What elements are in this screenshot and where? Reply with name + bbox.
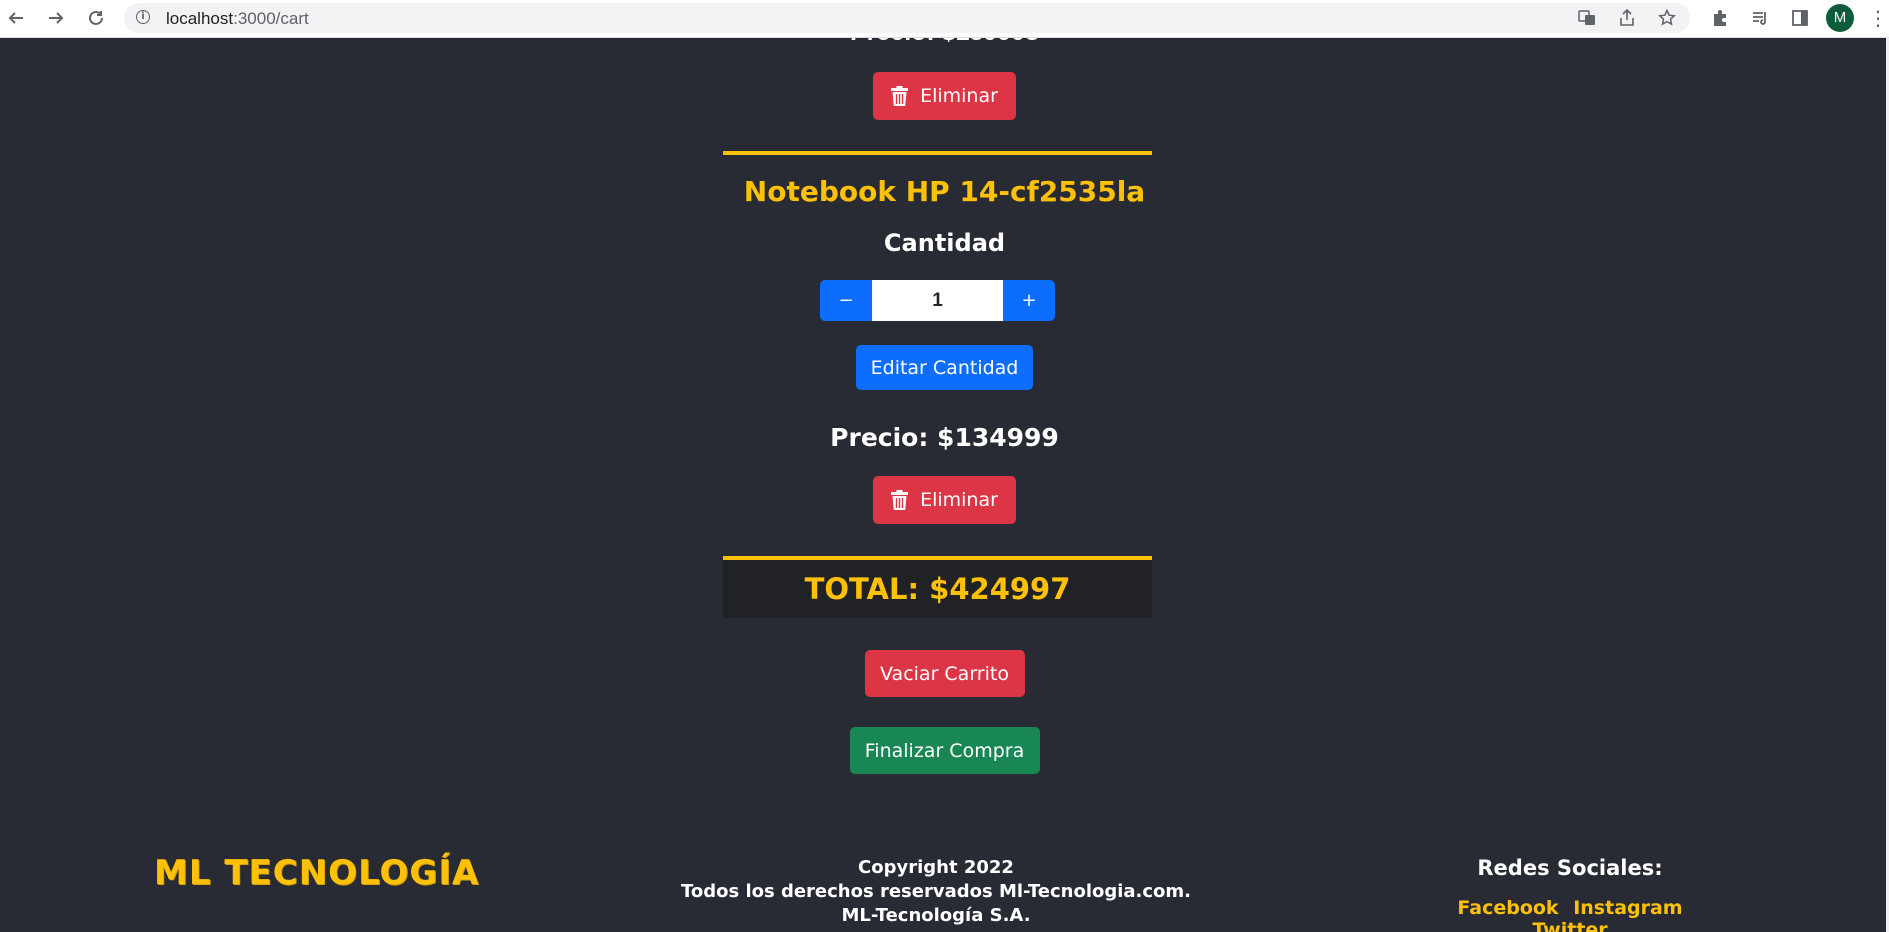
cart-total: TOTAL: $424997 xyxy=(723,560,1152,618)
avatar[interactable]: M xyxy=(1826,4,1854,32)
browser-toolbar: i localhost:3000/cart M ⋮ xyxy=(0,0,1889,38)
quantity-input[interactable] xyxy=(872,280,1003,321)
increment-button[interactable]: + xyxy=(1003,280,1055,321)
item-divider xyxy=(723,151,1152,155)
translate-icon[interactable] xyxy=(1576,7,1598,29)
copyright-text: Copyright 2022 Todos los derechos reserv… xyxy=(664,856,1208,928)
kebab-menu-icon[interactable]: ⋮ xyxy=(1868,6,1888,30)
quantity-label: Cantidad xyxy=(883,229,1006,257)
item-1-actions: Eliminar xyxy=(0,72,1889,120)
copyright-year: Copyright 2022 xyxy=(858,857,1014,878)
edit-quantity-button[interactable]: Editar Cantidad xyxy=(856,345,1033,390)
delete-item-button[interactable]: Eliminar xyxy=(873,476,1016,524)
delete-item-label: Eliminar xyxy=(920,85,998,107)
price-text: Precio: $134999 xyxy=(830,423,1059,452)
trash-icon xyxy=(891,490,909,510)
product-title: Notebook HP 14-cf2535la xyxy=(743,175,1146,208)
instagram-link[interactable]: Instagram xyxy=(1573,897,1682,919)
delete-item-button[interactable]: Eliminar xyxy=(873,72,1016,120)
empty-cart-wrapper: Vaciar Carrito xyxy=(0,650,1889,697)
empty-cart-button[interactable]: Vaciar Carrito xyxy=(864,650,1025,697)
social-title: Redes Sociales: xyxy=(1477,856,1663,880)
back-arrow-icon[interactable] xyxy=(2,4,30,32)
checkout-wrapper: Finalizar Compra xyxy=(0,727,1889,774)
item-2-actions: Eliminar xyxy=(0,476,1889,524)
twitter-link[interactable]: Twitter xyxy=(1532,919,1607,932)
forward-arrow-icon[interactable] xyxy=(42,4,70,32)
partial-price-text: Precio: $139998 xyxy=(0,38,1889,47)
info-icon[interactable]: i xyxy=(136,10,150,24)
footer-logo[interactable]: ML TECNOLOGÍA xyxy=(154,853,479,893)
extensions-puzzle-icon[interactable] xyxy=(1707,5,1733,31)
url-text[interactable]: localhost:3000/cart xyxy=(166,9,309,29)
share-icon[interactable] xyxy=(1616,7,1638,29)
reload-icon[interactable] xyxy=(82,4,110,32)
checkout-button[interactable]: Finalizar Compra xyxy=(849,727,1040,774)
facebook-link[interactable]: Facebook xyxy=(1457,897,1558,919)
delete-item-label: Eliminar xyxy=(920,489,998,511)
social-links: Facebook Instagram Twitter xyxy=(1420,897,1720,932)
bookmark-star-icon[interactable] xyxy=(1656,7,1678,29)
side-panel-icon[interactable] xyxy=(1787,5,1813,31)
edit-quantity-wrapper: Editar Cantidad xyxy=(0,345,1889,390)
address-bar[interactable]: i localhost:3000/cart xyxy=(124,3,1690,33)
copyright-rights: Todos los derechos reservados Ml-Tecnolo… xyxy=(680,881,1192,926)
trash-icon xyxy=(891,86,909,106)
decrement-button[interactable]: − xyxy=(820,280,872,321)
quantity-stepper: − + xyxy=(820,280,1055,321)
media-control-icon[interactable] xyxy=(1747,5,1773,31)
cart-page: Precio: $139998 Eliminar Notebook HP 14-… xyxy=(0,38,1889,932)
